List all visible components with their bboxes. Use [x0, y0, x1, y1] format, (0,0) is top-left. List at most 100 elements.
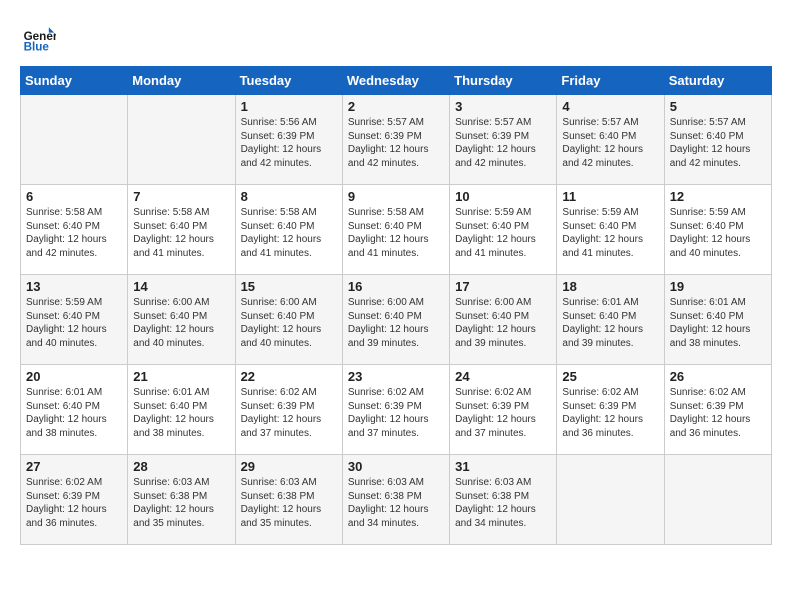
calendar-cell: 28 Sunrise: 6:03 AM Sunset: 6:38 PM Dayli…	[128, 455, 235, 545]
calendar-cell: 11 Sunrise: 5:59 AM Sunset: 6:40 PM Dayli…	[557, 185, 664, 275]
logo: General Blue	[20, 20, 60, 56]
calendar-cell: 20 Sunrise: 6:01 AM Sunset: 6:40 PM Dayli…	[21, 365, 128, 455]
calendar-cell: 16 Sunrise: 6:00 AM Sunset: 6:40 PM Dayli…	[342, 275, 449, 365]
day-info: Sunrise: 5:57 AM Sunset: 6:39 PM Dayligh…	[348, 116, 444, 170]
calendar-cell	[21, 95, 128, 185]
weekday-header-friday: Friday	[557, 67, 664, 95]
day-number: 19	[670, 279, 766, 294]
calendar-row-5: 27 Sunrise: 6:02 AM Sunset: 6:39 PM Dayli…	[21, 455, 772, 545]
calendar-header-row: SundayMondayTuesdayWednesdayThursdayFrid…	[21, 67, 772, 95]
day-number: 21	[133, 369, 229, 384]
calendar-cell: 25Sunrise: 6:02 AM Sunset: 6:39 PM Dayli…	[557, 365, 664, 455]
day-info: Sunrise: 6:01 AM Sunset: 6:40 PM Dayligh…	[562, 296, 658, 350]
calendar-cell: 12 Sunrise: 5:59 AM Sunset: 6:40 PM Dayli…	[664, 185, 771, 275]
day-info: Sunrise: 6:02 AM Sunset: 6:39 PM Dayligh…	[455, 386, 551, 440]
day-number: 14	[133, 279, 229, 294]
day-number: 6	[26, 189, 122, 204]
day-info: Sunrise: 6:02 AM Sunset: 6:39 PM Dayligh…	[562, 386, 658, 440]
day-number: 4	[562, 99, 658, 114]
day-number: 26	[670, 369, 766, 384]
calendar-cell	[664, 455, 771, 545]
calendar-cell: 9 Sunrise: 5:58 AM Sunset: 6:40 PM Daylig…	[342, 185, 449, 275]
calendar-row-4: 20 Sunrise: 6:01 AM Sunset: 6:40 PM Dayli…	[21, 365, 772, 455]
day-number: 9	[348, 189, 444, 204]
day-number: 23	[348, 369, 444, 384]
day-info: Sunrise: 5:58 AM Sunset: 6:40 PM Dayligh…	[348, 206, 444, 260]
calendar-cell: 1 Sunrise: 5:56 AM Sunset: 6:39 PM Daylig…	[235, 95, 342, 185]
day-info: Sunrise: 5:59 AM Sunset: 6:40 PM Dayligh…	[26, 296, 122, 350]
calendar-cell: 10Sunrise: 5:59 AM Sunset: 6:40 PM Dayli…	[450, 185, 557, 275]
svg-text:Blue: Blue	[24, 41, 50, 54]
calendar-cell: 8 Sunrise: 5:58 AM Sunset: 6:40 PM Daylig…	[235, 185, 342, 275]
day-number: 2	[348, 99, 444, 114]
day-info: Sunrise: 5:58 AM Sunset: 6:40 PM Dayligh…	[133, 206, 229, 260]
day-info: Sunrise: 6:02 AM Sunset: 6:39 PM Dayligh…	[348, 386, 444, 440]
calendar-row-1: 1 Sunrise: 5:56 AM Sunset: 6:39 PM Daylig…	[21, 95, 772, 185]
page-header: General Blue	[20, 20, 772, 56]
day-number: 18	[562, 279, 658, 294]
calendar-cell: 26 Sunrise: 6:02 AM Sunset: 6:39 PM Dayli…	[664, 365, 771, 455]
calendar-cell	[557, 455, 664, 545]
day-info: Sunrise: 6:01 AM Sunset: 6:40 PM Dayligh…	[670, 296, 766, 350]
day-number: 7	[133, 189, 229, 204]
day-number: 5	[670, 99, 766, 114]
calendar-cell: 30 Sunrise: 6:03 AM Sunset: 6:38 PM Dayli…	[342, 455, 449, 545]
day-info: Sunrise: 6:00 AM Sunset: 6:40 PM Dayligh…	[348, 296, 444, 350]
day-number: 11	[562, 189, 658, 204]
day-info: Sunrise: 6:00 AM Sunset: 6:40 PM Dayligh…	[133, 296, 229, 350]
day-info: Sunrise: 5:57 AM Sunset: 6:39 PM Dayligh…	[455, 116, 551, 170]
weekday-header-saturday: Saturday	[664, 67, 771, 95]
logo-icon: General Blue	[20, 20, 56, 56]
calendar-cell: 3Sunrise: 5:57 AM Sunset: 6:39 PM Daylig…	[450, 95, 557, 185]
day-info: Sunrise: 5:57 AM Sunset: 6:40 PM Dayligh…	[562, 116, 658, 170]
day-info: Sunrise: 5:58 AM Sunset: 6:40 PM Dayligh…	[241, 206, 337, 260]
day-info: Sunrise: 5:56 AM Sunset: 6:39 PM Dayligh…	[241, 116, 337, 170]
day-info: Sunrise: 6:00 AM Sunset: 6:40 PM Dayligh…	[455, 296, 551, 350]
calendar-cell: 29Sunrise: 6:03 AM Sunset: 6:38 PM Dayli…	[235, 455, 342, 545]
day-number: 1	[241, 99, 337, 114]
day-number: 16	[348, 279, 444, 294]
calendar-cell: 2 Sunrise: 5:57 AM Sunset: 6:39 PM Daylig…	[342, 95, 449, 185]
day-number: 28	[133, 459, 229, 474]
day-info: Sunrise: 6:02 AM Sunset: 6:39 PM Dayligh…	[241, 386, 337, 440]
weekday-header-wednesday: Wednesday	[342, 67, 449, 95]
weekday-header-monday: Monday	[128, 67, 235, 95]
calendar-cell: 19 Sunrise: 6:01 AM Sunset: 6:40 PM Dayli…	[664, 275, 771, 365]
calendar-cell: 7 Sunrise: 5:58 AM Sunset: 6:40 PM Daylig…	[128, 185, 235, 275]
day-number: 10	[455, 189, 551, 204]
day-number: 8	[241, 189, 337, 204]
day-info: Sunrise: 6:02 AM Sunset: 6:39 PM Dayligh…	[670, 386, 766, 440]
day-info: Sunrise: 5:58 AM Sunset: 6:40 PM Dayligh…	[26, 206, 122, 260]
weekday-header-tuesday: Tuesday	[235, 67, 342, 95]
day-number: 22	[241, 369, 337, 384]
calendar-cell: 31 Sunrise: 6:03 AM Sunset: 6:38 PM Dayli…	[450, 455, 557, 545]
calendar-cell: 27 Sunrise: 6:02 AM Sunset: 6:39 PM Dayli…	[21, 455, 128, 545]
day-number: 29	[241, 459, 337, 474]
day-info: Sunrise: 6:03 AM Sunset: 6:38 PM Dayligh…	[348, 476, 444, 530]
day-number: 24	[455, 369, 551, 384]
day-number: 31	[455, 459, 551, 474]
day-number: 12	[670, 189, 766, 204]
day-number: 30	[348, 459, 444, 474]
day-info: Sunrise: 6:01 AM Sunset: 6:40 PM Dayligh…	[26, 386, 122, 440]
day-info: Sunrise: 5:57 AM Sunset: 6:40 PM Dayligh…	[670, 116, 766, 170]
calendar-cell: 17Sunrise: 6:00 AM Sunset: 6:40 PM Dayli…	[450, 275, 557, 365]
day-info: Sunrise: 6:03 AM Sunset: 6:38 PM Dayligh…	[133, 476, 229, 530]
day-number: 13	[26, 279, 122, 294]
day-number: 27	[26, 459, 122, 474]
day-info: Sunrise: 6:03 AM Sunset: 6:38 PM Dayligh…	[455, 476, 551, 530]
day-info: Sunrise: 5:59 AM Sunset: 6:40 PM Dayligh…	[562, 206, 658, 260]
calendar-cell: 24 Sunrise: 6:02 AM Sunset: 6:39 PM Dayli…	[450, 365, 557, 455]
calendar-cell: 15 Sunrise: 6:00 AM Sunset: 6:40 PM Dayli…	[235, 275, 342, 365]
calendar-cell: 13 Sunrise: 5:59 AM Sunset: 6:40 PM Dayli…	[21, 275, 128, 365]
calendar-cell: 18 Sunrise: 6:01 AM Sunset: 6:40 PM Dayli…	[557, 275, 664, 365]
day-info: Sunrise: 6:02 AM Sunset: 6:39 PM Dayligh…	[26, 476, 122, 530]
day-info: Sunrise: 6:00 AM Sunset: 6:40 PM Dayligh…	[241, 296, 337, 350]
calendar-cell: 22 Sunrise: 6:02 AM Sunset: 6:39 PM Dayli…	[235, 365, 342, 455]
day-number: 20	[26, 369, 122, 384]
day-number: 15	[241, 279, 337, 294]
day-info: Sunrise: 5:59 AM Sunset: 6:40 PM Dayligh…	[670, 206, 766, 260]
calendar-cell	[128, 95, 235, 185]
weekday-header-thursday: Thursday	[450, 67, 557, 95]
calendar-cell: 5 Sunrise: 5:57 AM Sunset: 6:40 PM Daylig…	[664, 95, 771, 185]
